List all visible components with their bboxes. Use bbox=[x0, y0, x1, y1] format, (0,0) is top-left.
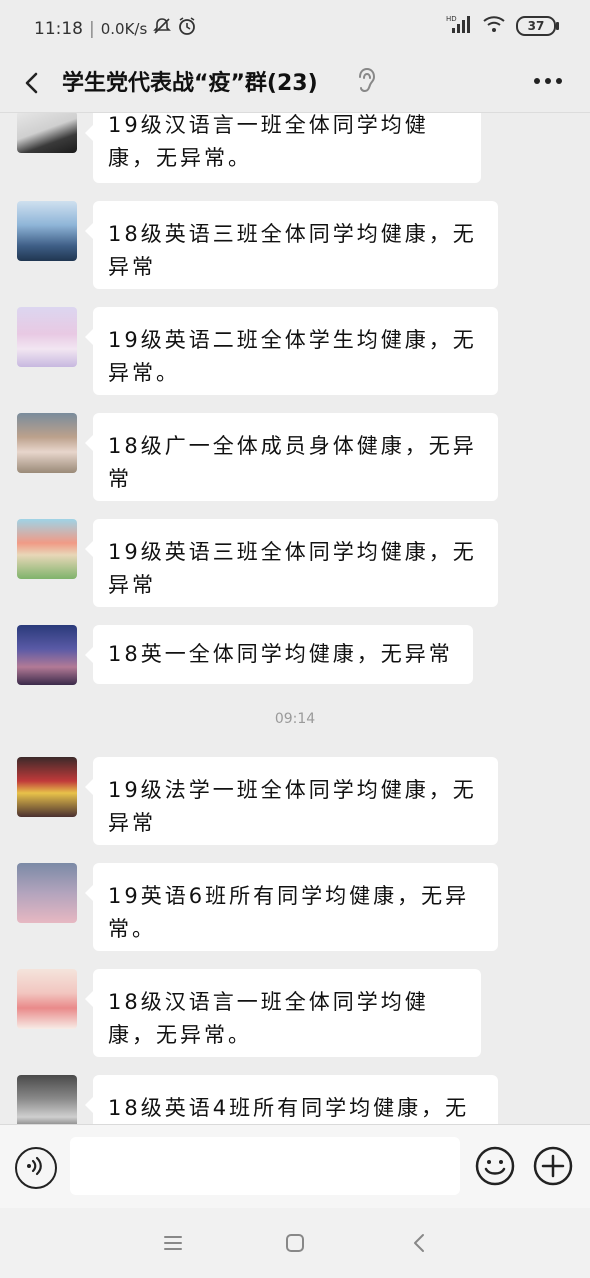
menu-icon bbox=[164, 1236, 182, 1250]
emoji-button[interactable] bbox=[475, 1146, 515, 1186]
plus-icon bbox=[533, 1146, 573, 1186]
signal-icon: HD bbox=[446, 14, 472, 38]
status-time: 11:18 bbox=[34, 18, 83, 39]
back-icon bbox=[414, 1234, 424, 1252]
back-nav-button[interactable] bbox=[404, 1228, 434, 1258]
more-icon bbox=[534, 78, 562, 84]
signal-label: HD bbox=[446, 15, 457, 23]
avatar[interactable] bbox=[17, 1075, 77, 1124]
home-icon bbox=[286, 1234, 304, 1252]
chevron-left-icon bbox=[25, 72, 38, 94]
chat-timestamp: 09:14 bbox=[274, 711, 316, 727]
message-bubble[interactable]: 18级广一全体成员身体健康，无异常 bbox=[85, 413, 498, 501]
emoji-icon bbox=[475, 1146, 515, 1186]
status-bar: 11:18 | 0.0K/s HD 37 bbox=[0, 0, 590, 52]
message-bubble[interactable]: 19级法学一班全体同学均健康，无异常 bbox=[85, 757, 498, 845]
message-bubble[interactable]: 18级汉语言一班全体同学均健康，无异常。 bbox=[85, 969, 481, 1057]
network-speed: 0.0K/s bbox=[100, 19, 148, 38]
status-left: 11:18 | 0.0K/s bbox=[34, 16, 197, 41]
avatar[interactable] bbox=[17, 413, 77, 473]
back-button[interactable] bbox=[16, 62, 56, 102]
avatar[interactable] bbox=[17, 519, 77, 579]
message-bubble[interactable]: 19级英语三班全体同学均健康，无异常 bbox=[85, 519, 498, 607]
input-bar bbox=[0, 1124, 590, 1209]
ear-icon bbox=[355, 66, 377, 96]
menu-nav-button[interactable] bbox=[158, 1228, 188, 1258]
wifi-icon bbox=[482, 15, 506, 37]
chat-title: 学生党代表战“疫”群(23) bbox=[62, 71, 318, 96]
mute-icon bbox=[153, 17, 172, 40]
more-button[interactable] bbox=[528, 66, 568, 96]
alarm-icon bbox=[177, 16, 197, 41]
avatar[interactable] bbox=[17, 201, 77, 261]
status-right: HD 37 bbox=[446, 14, 559, 38]
status-separator: | bbox=[89, 18, 95, 39]
plus-button[interactable] bbox=[533, 1146, 573, 1186]
avatar[interactable] bbox=[17, 625, 77, 685]
message-bubble[interactable]: 19级英语二班全体学生均健康，无异常。 bbox=[85, 307, 498, 395]
avatar[interactable] bbox=[17, 757, 77, 817]
chat-header: 学生党代表战“疫”群(23) bbox=[0, 52, 590, 113]
home-nav-button[interactable] bbox=[280, 1228, 310, 1258]
system-nav-bar bbox=[0, 1208, 590, 1278]
avatar[interactable] bbox=[17, 113, 77, 153]
avatar[interactable] bbox=[17, 307, 77, 367]
battery-indicator: 37 bbox=[516, 16, 559, 36]
message-bubble[interactable]: 19级汉语言一班全体同学均健康，无异常。 bbox=[85, 113, 481, 183]
message-bubble[interactable]: 19英语6班所有同学均健康，无异常。 bbox=[85, 863, 498, 951]
message-bubble[interactable]: 18英一全体同学均健康，无异常 bbox=[85, 625, 473, 684]
voice-button[interactable] bbox=[15, 1147, 57, 1189]
voice-icon bbox=[26, 1156, 42, 1175]
avatar[interactable] bbox=[17, 863, 77, 923]
message-list[interactable]: 19级汉语言一班全体同学均健康，无异常。 18级英语三班全体同学均健康，无异常 … bbox=[0, 113, 590, 1124]
avatar[interactable] bbox=[17, 969, 77, 1029]
message-bubble[interactable]: 18级英语三班全体同学均健康，无异常 bbox=[85, 201, 498, 289]
message-bubble[interactable]: 18级英语4班所有同学均健康，无 bbox=[85, 1075, 498, 1124]
message-input[interactable] bbox=[70, 1137, 460, 1195]
